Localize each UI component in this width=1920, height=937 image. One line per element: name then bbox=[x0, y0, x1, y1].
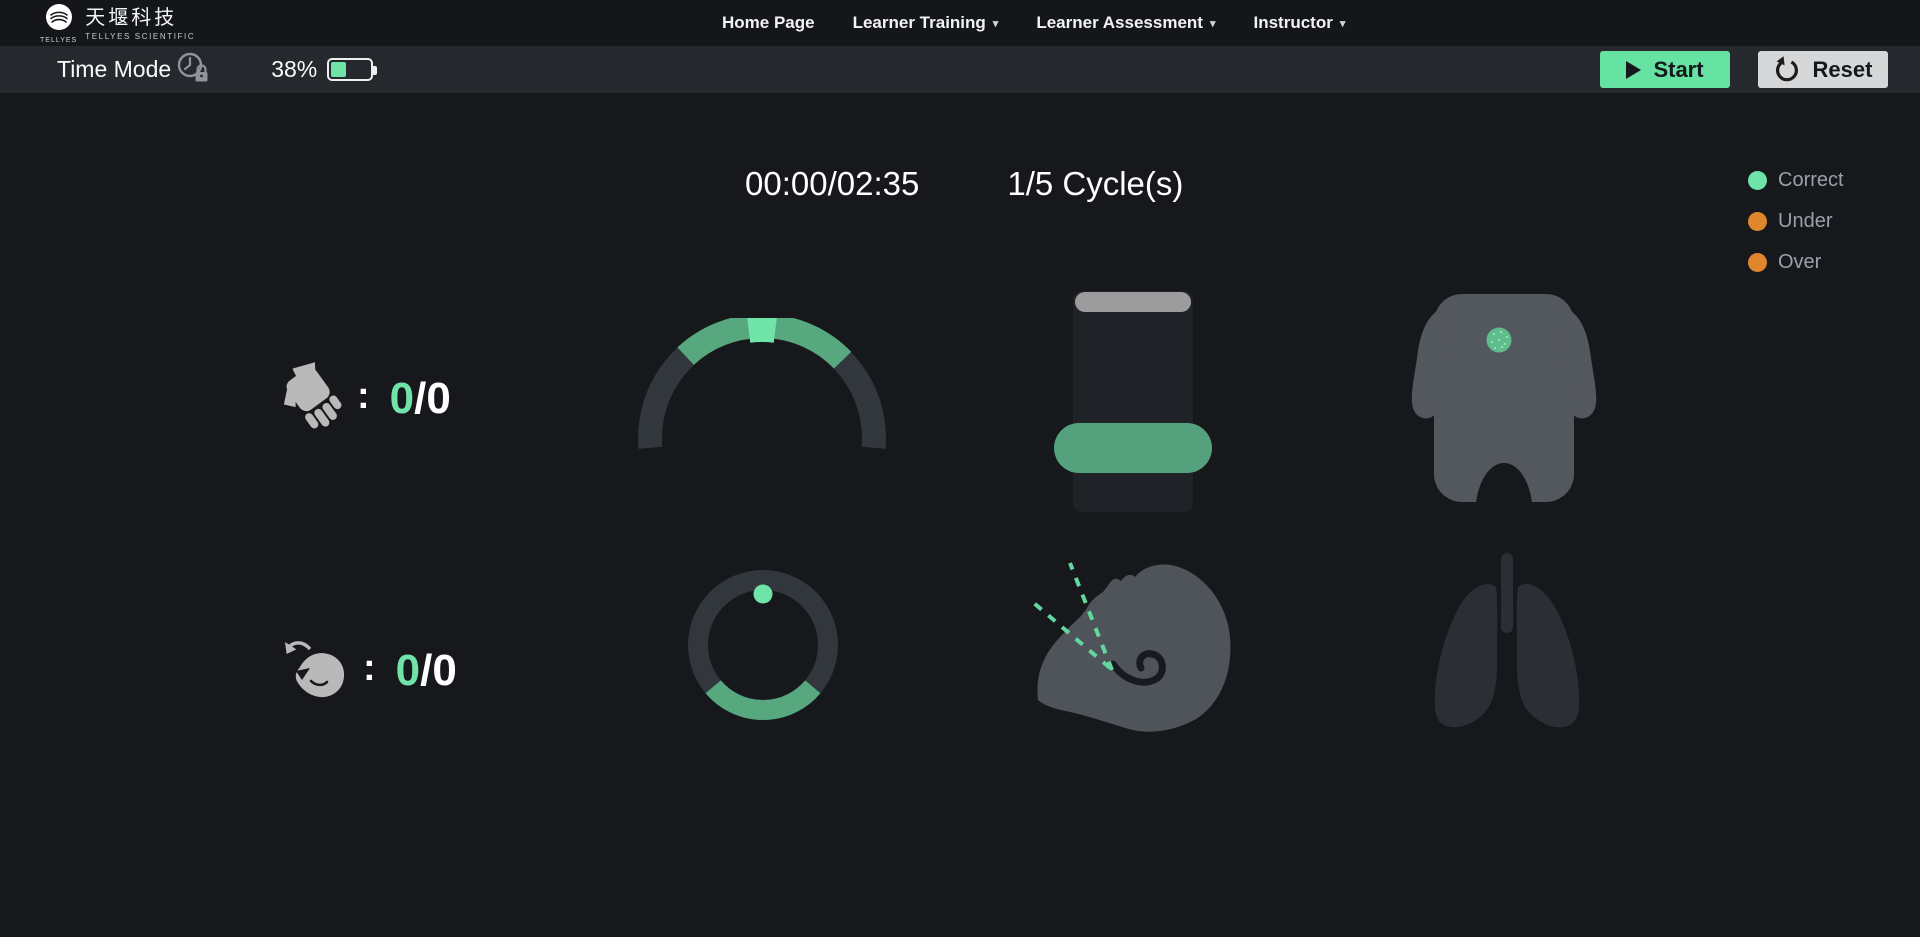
main-nav: Home Page Learner Training ▾ Learner Ass… bbox=[722, 0, 1345, 46]
hand-icon bbox=[283, 362, 343, 437]
ventilation-target-zone bbox=[713, 687, 813, 710]
legend: Correct Under Over bbox=[1748, 169, 1844, 274]
time-mode-label: Time Mode bbox=[57, 56, 171, 83]
battery-icon bbox=[327, 58, 373, 81]
nav-instructor[interactable]: Instructor ▾ bbox=[1253, 13, 1345, 33]
correct-dot-icon bbox=[1748, 171, 1767, 190]
toolbar: Time Mode 38% Start bbox=[0, 46, 1920, 93]
ventilation-gauge bbox=[668, 550, 858, 745]
rate-marker bbox=[748, 326, 775, 327]
compression-count-total: /0 bbox=[414, 374, 451, 424]
compression-counter: : 0 /0 bbox=[283, 363, 451, 435]
cycle-counter: 1/5 Cycle(s) bbox=[1007, 165, 1183, 203]
ventilation-marker-dot bbox=[754, 585, 773, 604]
chevron-down-icon: ▾ bbox=[1210, 17, 1216, 30]
over-dot-icon bbox=[1748, 253, 1767, 272]
play-icon bbox=[1626, 61, 1641, 79]
under-dot-icon bbox=[1748, 212, 1767, 231]
brand-name-en: TELLYES SCIENTIFIC bbox=[85, 32, 195, 41]
compression-count-value: 0 bbox=[390, 374, 414, 424]
head-tilt-icon bbox=[283, 637, 349, 706]
compression-depth-bar bbox=[1073, 291, 1193, 512]
depth-zero-marker bbox=[1075, 292, 1191, 312]
nav-learner-assessment[interactable]: Learner Assessment ▾ bbox=[1036, 13, 1215, 33]
ventilation-count-value: 0 bbox=[396, 646, 420, 696]
nav-learner-training[interactable]: Learner Training ▾ bbox=[853, 13, 999, 33]
brand-name-cn: 天堰科技 bbox=[85, 7, 195, 29]
logo-wordmark: TELLYES bbox=[40, 37, 77, 44]
start-button[interactable]: Start bbox=[1600, 51, 1730, 88]
reset-icon bbox=[1774, 56, 1801, 83]
top-nav-bar: TELLYES 天堰科技 TELLYES SCIENTIFIC Home Pag… bbox=[0, 0, 1920, 46]
session-timer: 00:00/02:35 bbox=[745, 165, 919, 203]
brand-logo[interactable]: TELLYES 天堰科技 TELLYES SCIENTIFIC bbox=[40, 3, 195, 44]
time-mode-control[interactable]: Time Mode bbox=[57, 50, 211, 89]
clock-lock-icon bbox=[175, 50, 211, 89]
battery-status: 38% bbox=[271, 56, 373, 83]
chest-target-dot bbox=[1487, 328, 1512, 353]
battery-fill-level bbox=[331, 62, 345, 77]
chevron-down-icon: ▾ bbox=[1340, 17, 1346, 30]
tellyes-logo-icon bbox=[45, 3, 73, 36]
torso-compression-view bbox=[1398, 286, 1610, 511]
lungs-icon bbox=[1412, 553, 1602, 746]
head-tilt-view bbox=[1015, 552, 1245, 757]
ventilation-count-total: /0 bbox=[420, 646, 457, 696]
ventilation-counter: : 0 /0 bbox=[283, 635, 457, 707]
compression-rate-gauge bbox=[622, 318, 902, 473]
legend-item-over: Over bbox=[1748, 251, 1844, 274]
reset-button[interactable]: Reset bbox=[1758, 51, 1888, 88]
battery-percent-label: 38% bbox=[271, 56, 317, 83]
legend-item-correct: Correct bbox=[1748, 169, 1844, 192]
nav-home-page[interactable]: Home Page bbox=[722, 13, 815, 33]
depth-target-zone bbox=[1054, 423, 1212, 473]
cpr-dashboard: 00:00/02:35 1/5 Cycle(s) Correct Under O… bbox=[0, 93, 1920, 937]
legend-item-under: Under bbox=[1748, 210, 1844, 233]
chevron-down-icon: ▾ bbox=[993, 17, 999, 30]
session-info: 00:00/02:35 1/5 Cycle(s) bbox=[745, 165, 1183, 203]
